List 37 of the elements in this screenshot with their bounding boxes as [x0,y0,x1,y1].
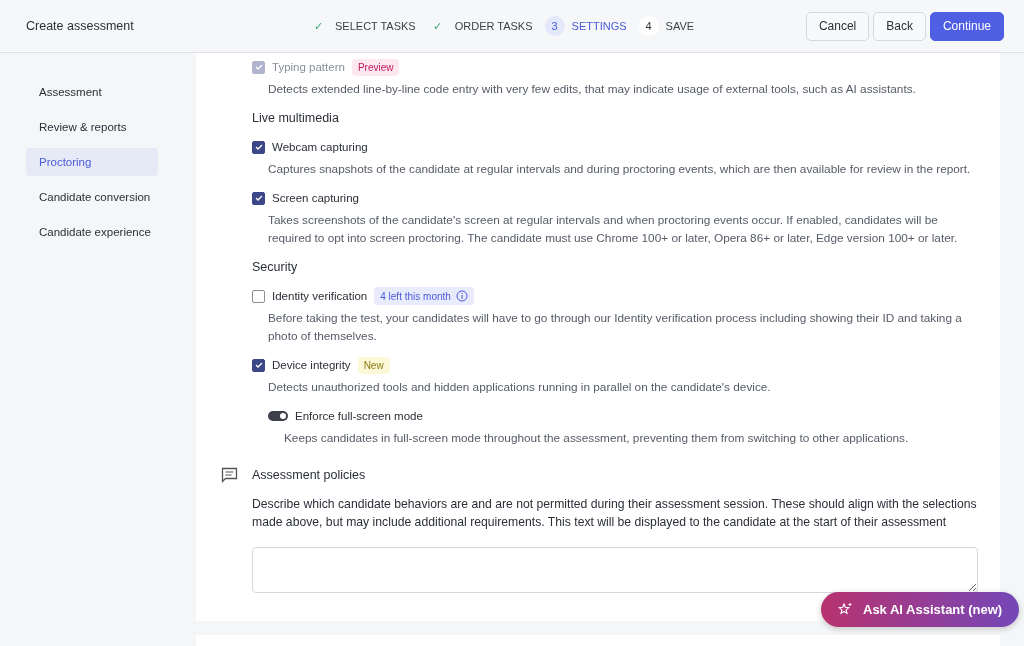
step-label: SAVE [665,20,695,32]
step-label: ORDER TASKS [454,20,533,32]
option-description: Detects unauthorized tools and hidden applications running in parallel on the candidate's device. [268,379,772,396]
header-button[interactable]: Cancel [805,11,870,41]
sidebar-item[interactable]: Proctoring [26,148,158,176]
option-description: Takes screenshots of the candidate's screen at regular intervals and when proctoring events occur. If enabled, candidates will be required to opt into screen proctoring. The candidate must use Chrome 100+ or later, Opera 86+ or later, Edge version 100+ or later. [268,212,959,247]
step-label: SELECT TASKS [335,20,416,32]
option-description: Captures snapshots of the candidate at regular intervals and during proctoring events, which are then available for review in the report. [268,161,972,178]
step-number: 3 [544,16,565,36]
option-label: Device integrity [272,359,351,371]
ai-assistant-button[interactable]: Ask AI Assistant (new) [821,592,1020,627]
option-description: Before taking the test, your candidates will have to go through our Identity verification process including showing their ID and taking a photo of themselves. [268,310,963,345]
continue-button[interactable]: Continue [929,11,1004,41]
check-icon: ✓ [308,16,328,36]
step-number: 4 [638,16,659,36]
badge: New [357,356,390,374]
option-description: Detects extended line-by-line code entry with very few edits, that may indicate usage of external tools, such as AI assistants. [268,81,917,98]
section-heading: Assessment policies [252,468,366,482]
check-icon: ✓ [427,16,448,36]
option-description: Keeps candidates in full-screen mode throughout the assessment, preventing them from switching to other applications. [284,430,910,447]
section-heading: Security [252,259,299,275]
step-label: SETTINGS [571,20,627,32]
page-title: Create assessment [26,19,135,33]
policies-description: Describe which candidate behaviors are and are not permitted during their assessment session. These should align with the selections made above, but may include additional requirements. This text will be displayed to the candidate at the start of their assessment [252,496,978,531]
sidebar-item[interactable]: Candidate experience [26,218,158,246]
option-label: Enforce full-screen mode [295,410,423,422]
option-label: Webcam capturing [272,141,368,153]
section-heading: Live multimedia [252,110,340,126]
header-button[interactable]: Back [873,11,926,41]
sidebar-item[interactable]: Review & reports [26,113,158,141]
badge: 4 left this month [374,287,474,305]
option-label: Typing pattern [272,61,345,73]
badge: Preview [351,58,400,76]
sidebar-item[interactable]: Assessment [26,78,158,106]
option-label: Identity verification [272,290,368,302]
sidebar-item[interactable]: Candidate conversion [26,183,158,211]
option-label: Screen capturing [272,192,359,204]
